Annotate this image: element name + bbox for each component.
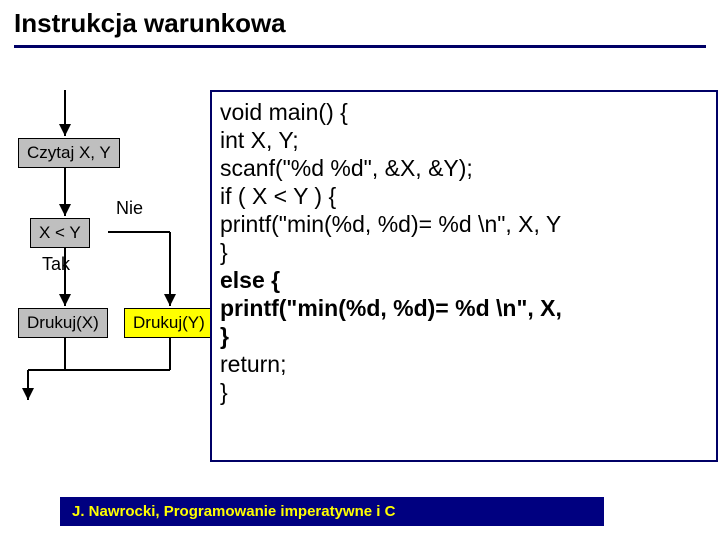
- code-line: void main() {: [220, 98, 716, 126]
- code-line: else {: [220, 266, 716, 294]
- code-line: if ( X < Y ) {: [220, 182, 716, 210]
- flow-print-y-box: Drukuj(Y): [124, 308, 214, 338]
- code-line: printf("min(%d, %d)= %d \n", X, Y: [220, 210, 716, 238]
- code-line: int X, Y;: [220, 126, 716, 154]
- flow-print-x-box: Drukuj(X): [18, 308, 108, 338]
- code-line: }: [220, 322, 716, 350]
- footer-bar: J. Nawrocki, Programowanie imperatywne i…: [60, 497, 604, 526]
- code-line: printf("min(%d, %d)= %d \n", X,: [220, 294, 716, 322]
- flow-yes-label: Tak: [42, 254, 70, 275]
- code-line: return;: [220, 350, 716, 378]
- flow-cond-box: X < Y: [30, 218, 90, 248]
- flow-arrows: [0, 70, 220, 430]
- flow-read-box: Czytaj X, Y: [18, 138, 120, 168]
- title-rule: [14, 45, 706, 48]
- code-line: scanf("%d %d", &X, &Y);: [220, 154, 716, 182]
- flowchart: Czytaj X, Y X < Y Nie Tak Drukuj(X) Druk…: [0, 70, 220, 430]
- code-box: void main() { int X, Y; scanf("%d %d", &…: [210, 90, 718, 462]
- flow-no-label: Nie: [116, 198, 143, 219]
- slide-title: Instrukcja warunkowa: [0, 0, 720, 43]
- code-line: }: [220, 238, 716, 266]
- code-line: }: [220, 378, 716, 406]
